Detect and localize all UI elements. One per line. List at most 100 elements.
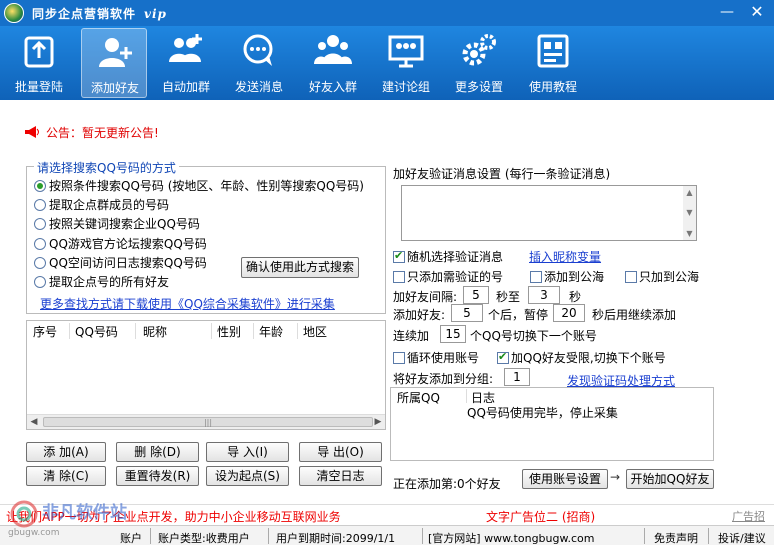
checkbox-checked[interactable]: [393, 249, 405, 263]
column-header[interactable]: 性别: [217, 323, 241, 340]
search-option-keyword[interactable]: 按照关键词搜索企业QQ号码: [34, 215, 200, 231]
minimize-button[interactable]: —: [718, 4, 736, 22]
search-option-qzone-log[interactable]: QQ空间访问日志搜索QQ号码: [34, 254, 207, 270]
megaphone-icon: [25, 126, 39, 138]
window-title: 同步企点营销软件 vip: [32, 5, 167, 22]
column-header[interactable]: 年龄: [259, 323, 283, 340]
column-header[interactable]: 序号: [33, 323, 57, 340]
scroll-left-icon[interactable]: ◀: [27, 415, 41, 430]
main-toolbar: 批量登陆 添加好友 自动加群 发送消息 好友入群 建讨论组 更多设置 使用教程: [0, 26, 774, 100]
scroll-right-icon[interactable]: ▶: [371, 415, 385, 430]
ad-text-middle[interactable]: 文字广告位二 (招商): [486, 508, 595, 525]
group-add-label: 将好友添加到分组:: [393, 372, 494, 386]
reset-pending-button[interactable]: 重置待发(R): [116, 466, 199, 486]
export-button[interactable]: 导 出(O): [299, 442, 382, 462]
scroll-thumb[interactable]: |||: [43, 417, 373, 427]
checkbox[interactable]: [393, 271, 405, 283]
checkbox-label: 只加到公海: [639, 270, 700, 284]
verify-message-textarea[interactable]: [401, 185, 697, 241]
tool-create-discussion[interactable]: 建讨论组: [373, 28, 439, 98]
checkbox-checked[interactable]: [497, 350, 509, 364]
search-option-label: 提取企点群成员的号码: [49, 198, 170, 212]
status-website-link[interactable]: [官方网站] www.tongbugw.com: [428, 530, 594, 545]
scroll-down-icon[interactable]: ▼: [683, 206, 696, 219]
only-sea-checkbox[interactable]: 只加到公海: [625, 268, 699, 285]
search-option-label: 按照条件搜索QQ号码 (按地区、年龄、性别等搜索QQ号码): [49, 179, 364, 193]
notice-bar: 公告：暂无更新公告!: [24, 124, 159, 141]
loop-accounts-checkbox[interactable]: 循环使用账号: [393, 349, 479, 366]
interval-to-input[interactable]: 3: [528, 286, 560, 304]
tool-batch-login[interactable]: 批量登陆: [6, 28, 72, 98]
pause-resume-label: 秒后用继续添加: [592, 308, 677, 322]
radio[interactable]: [34, 199, 46, 211]
switch-label: 连续加: [393, 329, 430, 343]
set-start-button[interactable]: 设为起点(S): [206, 466, 289, 486]
status-feedback-link[interactable]: 投诉/建议: [718, 530, 766, 545]
search-option-friends[interactable]: 提取企点号的所有好友: [34, 273, 169, 289]
checkbox[interactable]: [625, 271, 637, 283]
clear-log-button[interactable]: 清空日志: [299, 466, 382, 486]
only-verify-checkbox[interactable]: 只添加需验证的号: [393, 268, 503, 285]
progress-text: 正在添加第:0个好友: [393, 477, 501, 491]
add-to-sea-checkbox[interactable]: 添加到公海: [530, 268, 604, 285]
add-user-icon: [99, 38, 132, 67]
more-search-link[interactable]: 更多查找方式请下载使用《QQ综合采集软件》进行采集: [40, 295, 335, 312]
limit-switch-checkbox[interactable]: 加QQ好友受限,切换下个账号: [497, 349, 666, 366]
tool-auto-join-group[interactable]: 自动加群: [153, 28, 219, 98]
column-header[interactable]: 所属QQ: [397, 389, 440, 406]
tutorial-icon: [537, 34, 569, 68]
search-option-label: QQ空间访问日志搜索QQ号码: [49, 256, 207, 270]
tool-tutorial[interactable]: 使用教程: [520, 28, 586, 98]
insert-nickname-link[interactable]: 插入昵称变量: [529, 248, 601, 265]
tool-more-settings[interactable]: 更多设置: [446, 28, 512, 98]
switch-suffix-label: 个QQ号切换下一个账号: [470, 329, 597, 343]
pause-seconds-input[interactable]: 20: [553, 304, 585, 322]
radio[interactable]: [34, 238, 46, 250]
checkbox[interactable]: [530, 271, 542, 283]
tool-label: 批量登陆: [14, 80, 63, 94]
close-button[interactable]: ✕: [748, 4, 766, 22]
watermark-text: 非凡软件站: [42, 503, 127, 523]
horizontal-scrollbar[interactable]: ◀ ||| ▶: [27, 414, 385, 429]
vertical-scrollbar[interactable]: ▲ ▼ ▼: [683, 186, 696, 240]
radio-selected[interactable]: [34, 180, 46, 192]
search-option-label: QQ游戏官方论坛搜索QQ号码: [49, 237, 207, 251]
random-verify-checkbox[interactable]: 随机选择验证消息: [393, 248, 503, 265]
radio[interactable]: [34, 276, 46, 288]
radio[interactable]: [34, 257, 46, 269]
radio[interactable]: [34, 218, 46, 230]
log-entry: QQ号码使用完毕，停止采集: [467, 406, 618, 420]
checkbox-label: 添加到公海: [544, 270, 605, 284]
account-settings-button[interactable]: 使用账号设置: [522, 469, 608, 489]
checkbox[interactable]: [393, 352, 405, 364]
scroll-up-icon[interactable]: ▲: [683, 186, 696, 199]
tool-add-friend[interactable]: 添加好友: [81, 28, 147, 98]
switch-count-input[interactable]: 15: [440, 325, 466, 343]
tool-friend-join-group[interactable]: 好友入群: [300, 28, 366, 98]
pause-count-input[interactable]: 5: [451, 304, 483, 322]
scroll-down-icon[interactable]: ▼: [683, 227, 696, 240]
confirm-search-button[interactable]: 确认使用此方式搜索: [241, 257, 359, 278]
tool-send-message[interactable]: 发送消息: [226, 28, 292, 98]
search-option-group-members[interactable]: 提取企点群成员的号码: [34, 196, 169, 212]
clear-button[interactable]: 清 除(C): [26, 466, 106, 486]
title-bar: 同步企点营销软件 vip — ✕: [0, 0, 774, 26]
checkbox-label: 随机选择验证消息: [407, 250, 504, 264]
search-method-title: 请选择搜索QQ号码的方式: [34, 159, 179, 176]
import-button[interactable]: 导 入(I): [206, 442, 289, 462]
search-option-condition[interactable]: 按照条件搜索QQ号码 (按地区、年龄、性别等搜索QQ号码): [34, 177, 364, 193]
column-header[interactable]: 昵称: [143, 323, 167, 340]
column-header[interactable]: 地区: [303, 323, 327, 340]
column-header[interactable]: QQ号码: [75, 323, 118, 340]
tool-label: 更多设置: [454, 80, 503, 94]
chat-icon: [243, 34, 273, 66]
delete-button[interactable]: 删 除(D): [116, 442, 199, 462]
search-option-game-forum[interactable]: QQ游戏官方论坛搜索QQ号码: [34, 235, 207, 251]
start-add-friends-button[interactable]: 开始加QQ好友: [626, 469, 714, 489]
presentation-icon: [388, 35, 424, 68]
status-disclaimer-link[interactable]: 免责声明: [654, 530, 698, 545]
group-add-input[interactable]: 1: [504, 368, 530, 386]
tool-label: 添加好友: [90, 81, 139, 95]
interval-from-input[interactable]: 5: [463, 286, 489, 304]
add-button[interactable]: 添 加(A): [26, 442, 106, 462]
